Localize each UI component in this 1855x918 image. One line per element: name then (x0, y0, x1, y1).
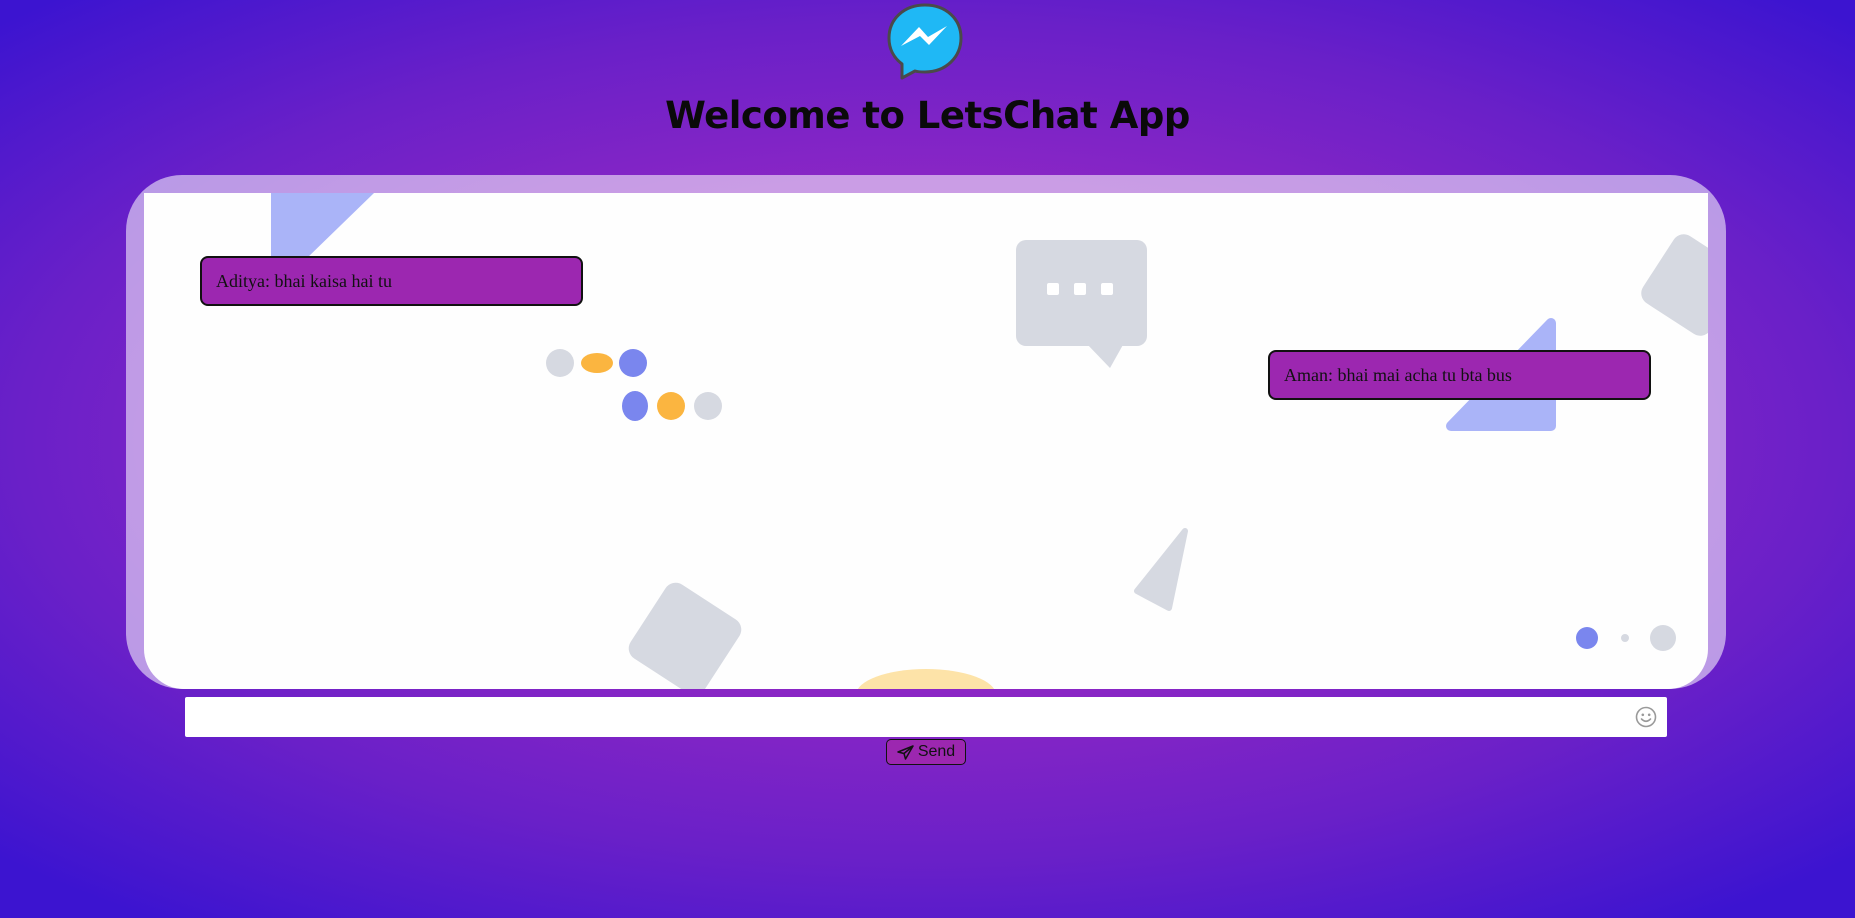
decor-diamond-bottom (628, 582, 742, 689)
decor-triangle-small (1134, 528, 1188, 611)
message-bubble-outgoing: Aman: bhai mai acha tu bta bus (1268, 350, 1651, 400)
decor-dots-cluster (546, 349, 722, 421)
messenger-logo-icon (887, 3, 963, 80)
chat-window (126, 175, 1726, 689)
decor-chat-bubble-icon (1016, 240, 1147, 368)
decor-half-circle (857, 669, 995, 689)
decor-diamond (1641, 234, 1708, 336)
message-bubble-incoming: Aditya: bhai kaisa hai tu (200, 256, 583, 306)
message-input[interactable] (185, 697, 1615, 737)
page-title: Welcome to LetsChat App (665, 94, 1190, 137)
message-composer (185, 697, 1667, 737)
send-button[interactable]: Send (886, 739, 966, 765)
smiley-icon[interactable] (1635, 706, 1657, 728)
send-button-label: Send (917, 743, 956, 760)
paper-plane-icon (897, 744, 914, 760)
decor-dots-bottom-right (1576, 625, 1676, 651)
